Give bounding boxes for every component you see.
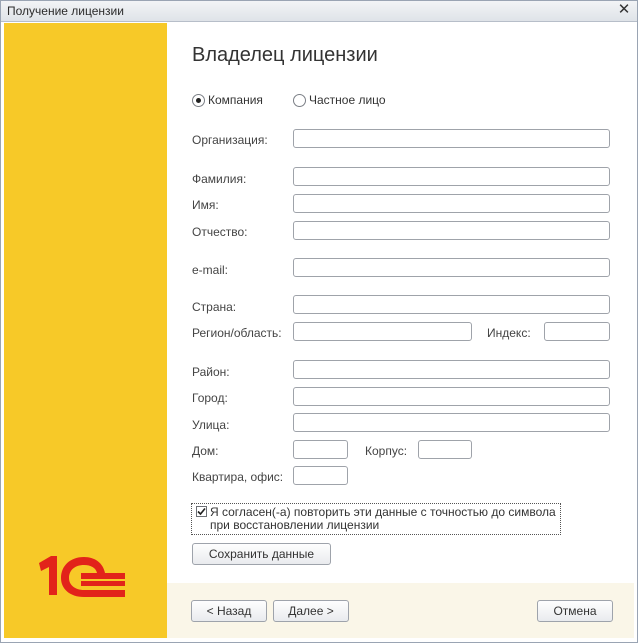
region-label: Регион/область:: [192, 326, 282, 340]
apartment-field[interactable]: [293, 466, 348, 485]
radio-private-person-indicator: [293, 94, 306, 107]
district-field[interactable]: [293, 360, 610, 379]
building-field[interactable]: [418, 440, 472, 459]
house-field[interactable]: [293, 440, 348, 459]
email-label: e-mail:: [192, 263, 229, 277]
apartment-label: Квартира, офис:: [192, 470, 284, 484]
radio-private-person[interactable]: Частное лицо: [293, 93, 403, 109]
agreement-box: Я согласен(-а) повторить эти данные с то…: [191, 503, 561, 535]
postcode-field[interactable]: [544, 322, 610, 341]
brand-panel: [4, 23, 167, 638]
save-data-button[interactable]: Сохранить данные: [192, 543, 331, 565]
back-button[interactable]: < Назад: [191, 600, 267, 622]
first-name-label: Имя:: [192, 198, 219, 212]
postcode-label: Индекс:: [487, 326, 531, 340]
radio-private-person-label: Частное лицо: [309, 93, 386, 107]
email-field[interactable]: [293, 258, 610, 277]
city-label: Город:: [192, 391, 228, 405]
house-label: Дом:: [192, 444, 219, 458]
city-field[interactable]: [293, 387, 610, 406]
form-area: Владелец лицензии Компания Частное лицо …: [167, 23, 634, 583]
organization-field[interactable]: [293, 129, 610, 148]
organization-label: Организация:: [192, 133, 268, 147]
district-label: Район:: [192, 365, 230, 379]
next-button[interactable]: Далее >: [273, 600, 349, 622]
last-name-label: Фамилия:: [192, 172, 247, 186]
license-dialog: Получение лицензии ✕ Владелец лицензии К…: [0, 0, 638, 643]
cancel-button[interactable]: Отмена: [537, 600, 613, 622]
wizard-footer: < Назад Далее > Отмена: [167, 583, 634, 638]
window-title: Получение лицензии: [7, 4, 124, 18]
last-name-field[interactable]: [293, 167, 610, 186]
radio-company-indicator: [192, 94, 205, 107]
title-bar: Получение лицензии ✕: [1, 1, 637, 22]
checkmark-icon: [197, 507, 206, 516]
first-name-field[interactable]: [293, 194, 610, 213]
middle-name-label: Отчество:: [192, 225, 248, 239]
close-icon[interactable]: ✕: [617, 2, 631, 18]
country-field[interactable]: [293, 295, 610, 314]
agreement-checkbox[interactable]: [196, 506, 207, 517]
street-field[interactable]: [293, 413, 610, 432]
building-label: Корпус:: [365, 444, 408, 458]
page-title: Владелец лицензии: [192, 44, 378, 66]
agreement-label: Я согласен(-а) повторить эти данные с то…: [210, 505, 556, 532]
region-field[interactable]: [293, 322, 472, 341]
country-label: Страна:: [192, 300, 237, 314]
radio-company-label: Компания: [208, 93, 263, 107]
street-label: Улица:: [192, 418, 230, 432]
radio-selected-dot: [196, 98, 201, 103]
middle-name-field[interactable]: [293, 221, 610, 240]
logo-1c: [37, 551, 127, 606]
